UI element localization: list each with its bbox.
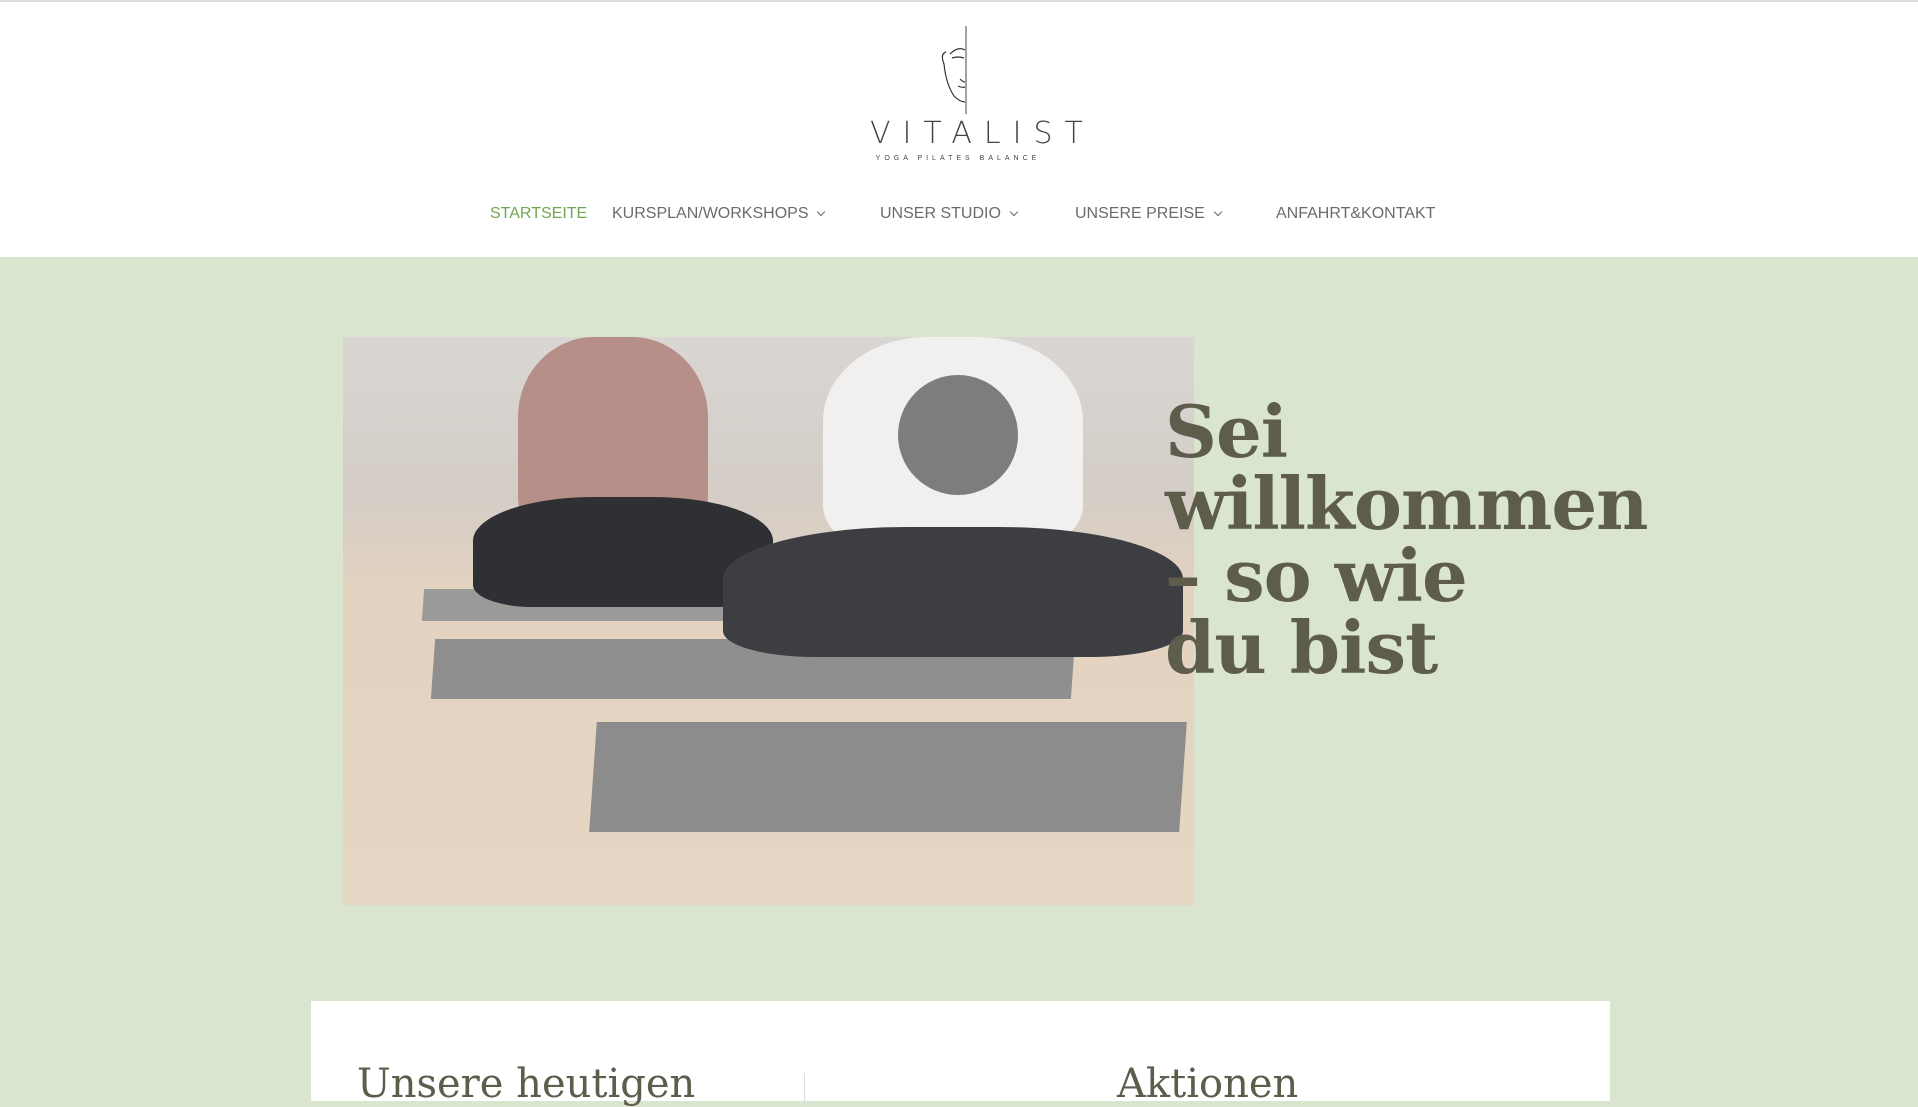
vitalist-logo[interactable]: VITALIST YOGA PILATES BALANCE (858, 24, 1095, 164)
chevron-down-icon (817, 207, 826, 217)
site-header: VITALIST YOGA PILATES BALANCE STARTSEITE… (0, 0, 1918, 257)
nav-startseite[interactable]: STARTSEITE (490, 205, 587, 223)
nav-unser-studio[interactable]: UNSER STUDIO (880, 205, 1019, 223)
hero-heading: Sei willkommen – so wie du bist (1165, 389, 1648, 690)
nav-label: ANFAHRT&KONTAKT (1276, 205, 1436, 222)
main-nav: STARTSEITE KURSPLAN/WORKSHOPS UNSER STUD… (0, 205, 1918, 229)
aktionen-heading: Aktionen (1117, 1061, 1299, 1107)
nav-label: KURSPLAN/WORKSHOPS (612, 205, 809, 222)
nav-kursplan-workshops[interactable]: KURSPLAN/WORKSHOPS (612, 205, 826, 223)
hero-heading-line: willkommen (1165, 461, 1648, 546)
nav-anfahrt-kontakt[interactable]: ANFAHRT&KONTAKT (1276, 205, 1435, 223)
todays-heading: Unsere heutigen (357, 1061, 696, 1107)
hero-heading-line: du bist (1165, 605, 1438, 690)
chevron-down-icon (1213, 207, 1223, 217)
hero-heading-line: Sei (1165, 389, 1288, 474)
logo-name: VITALIST (870, 116, 1095, 151)
column-divider (804, 1073, 805, 1103)
hero-yoga-image (343, 337, 1194, 905)
chevron-down-icon (1009, 207, 1019, 217)
logo-tagline: YOGA PILATES BALANCE (875, 155, 1041, 162)
nav-label: UNSER STUDIO (880, 205, 1001, 222)
face-logo-icon (941, 26, 967, 114)
nav-unsere-preise[interactable]: UNSERE PREISE (1075, 205, 1223, 223)
content-panel: Unsere heutigen Aktionen (311, 1001, 1610, 1107)
nav-label: STARTSEITE (490, 205, 588, 222)
nav-label: UNSERE PREISE (1075, 205, 1205, 222)
hero-heading-line: – so wie (1165, 533, 1468, 618)
